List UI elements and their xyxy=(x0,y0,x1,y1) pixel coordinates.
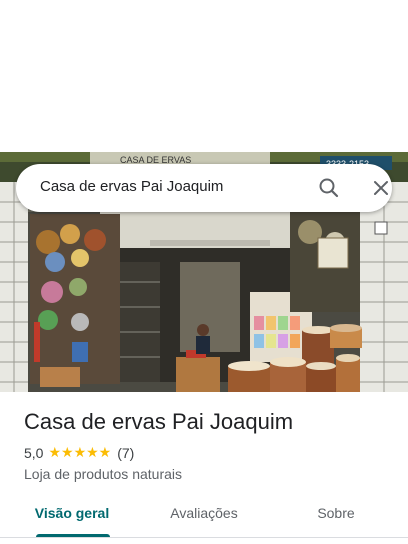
person xyxy=(197,324,209,336)
rating-value: 5,0 xyxy=(24,445,44,461)
rating-row[interactable]: 5,0 ★★★★★ (7) xyxy=(24,443,134,463)
search-bar[interactable]: Casa de ervas Pai Joaquim xyxy=(16,164,392,212)
glass-shelves xyxy=(120,262,160,382)
tab-about[interactable]: Sobre xyxy=(288,494,384,534)
tab-overview[interactable]: Visão geral xyxy=(24,494,120,534)
blank-header-area xyxy=(0,0,408,152)
wall-plate xyxy=(374,221,388,235)
search-icon[interactable] xyxy=(317,176,341,200)
place-title: Casa de ervas Pai Joaquim xyxy=(24,409,294,434)
place-category[interactable]: Loja de produtos naturais xyxy=(24,464,182,484)
review-count[interactable]: (7) xyxy=(117,445,134,461)
star-rating-icon: ★★★★★ xyxy=(48,445,112,461)
close-icon[interactable] xyxy=(369,176,393,200)
counter xyxy=(176,357,220,392)
tab-bar: Visão geral Avaliações Sobre xyxy=(0,494,408,538)
tabs-divider xyxy=(0,537,408,538)
search-input[interactable]: Casa de ervas Pai Joaquim xyxy=(40,164,223,212)
tab-reviews[interactable]: Avaliações xyxy=(156,494,252,534)
